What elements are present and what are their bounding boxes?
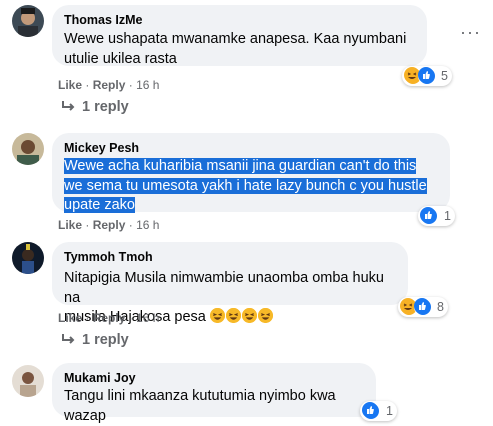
laughing-emoji-icon: [209, 308, 225, 323]
comment-bubble: Tymmoh Tmoh Nitapigia Musila nimwambie u…: [52, 242, 408, 325]
view-replies[interactable]: 1 reply: [62, 99, 129, 115]
reaction-summary[interactable]: 8: [398, 297, 448, 317]
like-icon: [413, 297, 432, 316]
more-options-icon[interactable]: ···: [460, 22, 481, 43]
avatar[interactable]: [12, 365, 44, 397]
comment-bubble: Mickey Pesh Wewe acha kuharibia msanii j…: [52, 133, 450, 213]
comment-text-line: utulie ukilea rasta: [64, 50, 177, 67]
comment-bubble: Thomas IzMe Wewe ushapata mwanamke anape…: [52, 5, 427, 69]
reaction-summary[interactable]: 1: [418, 206, 455, 226]
like-link[interactable]: Like: [58, 78, 82, 92]
like-icon: [417, 66, 436, 85]
comment-actions: Like · Reply · 16 h: [58, 218, 159, 232]
reaction-count: 1: [444, 209, 451, 223]
reaction-count: 8: [437, 300, 444, 314]
separator: ·: [85, 218, 93, 232]
separator: ·: [128, 78, 137, 92]
comment-text-line: Nitapigia Musila nimwambie unaomba omba …: [64, 270, 384, 306]
reaction-summary[interactable]: 5: [402, 66, 452, 86]
reaction-count: 1: [386, 404, 393, 418]
avatar[interactable]: [12, 5, 44, 37]
comment-text-line: Wewe acha kuharibia msanii jina guardian…: [64, 158, 417, 174]
comment-author[interactable]: Thomas IzMe: [64, 12, 415, 28]
separator: ·: [128, 218, 137, 232]
comment-author[interactable]: Mukami Joy: [64, 370, 364, 386]
comment-text: Tangu lini mkaanza kututumia nyimbo kwa …: [64, 387, 364, 426]
comment-text-line: Tangu lini mkaanza kututumia nyimbo kwa …: [64, 388, 336, 424]
reaction-count: 5: [441, 69, 448, 83]
comment-text-line: upate zako: [64, 197, 135, 213]
comment-actions: Like · Reply · 16 h: [58, 311, 159, 325]
comment-text: Wewe ushapata mwanamke anapesa. Kaa nyum…: [64, 30, 415, 69]
separator: ·: [85, 311, 93, 325]
laughing-emoji-icon: [225, 308, 241, 323]
comment-bubble: Mukami Joy Tangu lini mkaanza kututumia …: [52, 363, 376, 424]
timestamp[interactable]: 16 h: [136, 311, 159, 325]
replies-label: 1 reply: [82, 332, 129, 348]
like-link[interactable]: Like: [58, 218, 82, 232]
reaction-summary[interactable]: 1: [360, 401, 397, 421]
comment-text-line: we sema tu umesota yakh i hate lazy bunc…: [64, 177, 427, 194]
comment-text: Wewe acha kuharibia msanii jina guardian…: [64, 157, 438, 216]
comment-author[interactable]: Tymmoh Tmoh: [64, 249, 396, 265]
comment-text-line: Wewe ushapata mwanamke anapesa. Kaa nyum…: [64, 31, 407, 47]
reply-link[interactable]: Reply: [93, 78, 126, 92]
reply-arrow-icon: [62, 334, 75, 344]
timestamp[interactable]: 16 h: [136, 218, 159, 232]
like-link[interactable]: Like: [58, 311, 82, 325]
comment-actions: Like · Reply · 16 h: [58, 78, 159, 92]
reply-link[interactable]: Reply: [93, 218, 126, 232]
separator: ·: [128, 311, 137, 325]
like-icon: [419, 206, 438, 225]
laughing-emoji-icon: [257, 308, 273, 323]
reply-link[interactable]: Reply: [93, 311, 126, 325]
reply-arrow-icon: [62, 101, 75, 111]
like-icon: [361, 401, 380, 420]
comment-author[interactable]: Mickey Pesh: [64, 140, 438, 156]
laughing-emoji-icon: [241, 308, 257, 323]
view-replies[interactable]: 1 reply: [62, 332, 129, 348]
replies-label: 1 reply: [82, 99, 129, 115]
avatar[interactable]: [12, 242, 44, 274]
timestamp[interactable]: 16 h: [136, 78, 159, 92]
separator: ·: [85, 78, 93, 92]
avatar[interactable]: [12, 133, 44, 165]
